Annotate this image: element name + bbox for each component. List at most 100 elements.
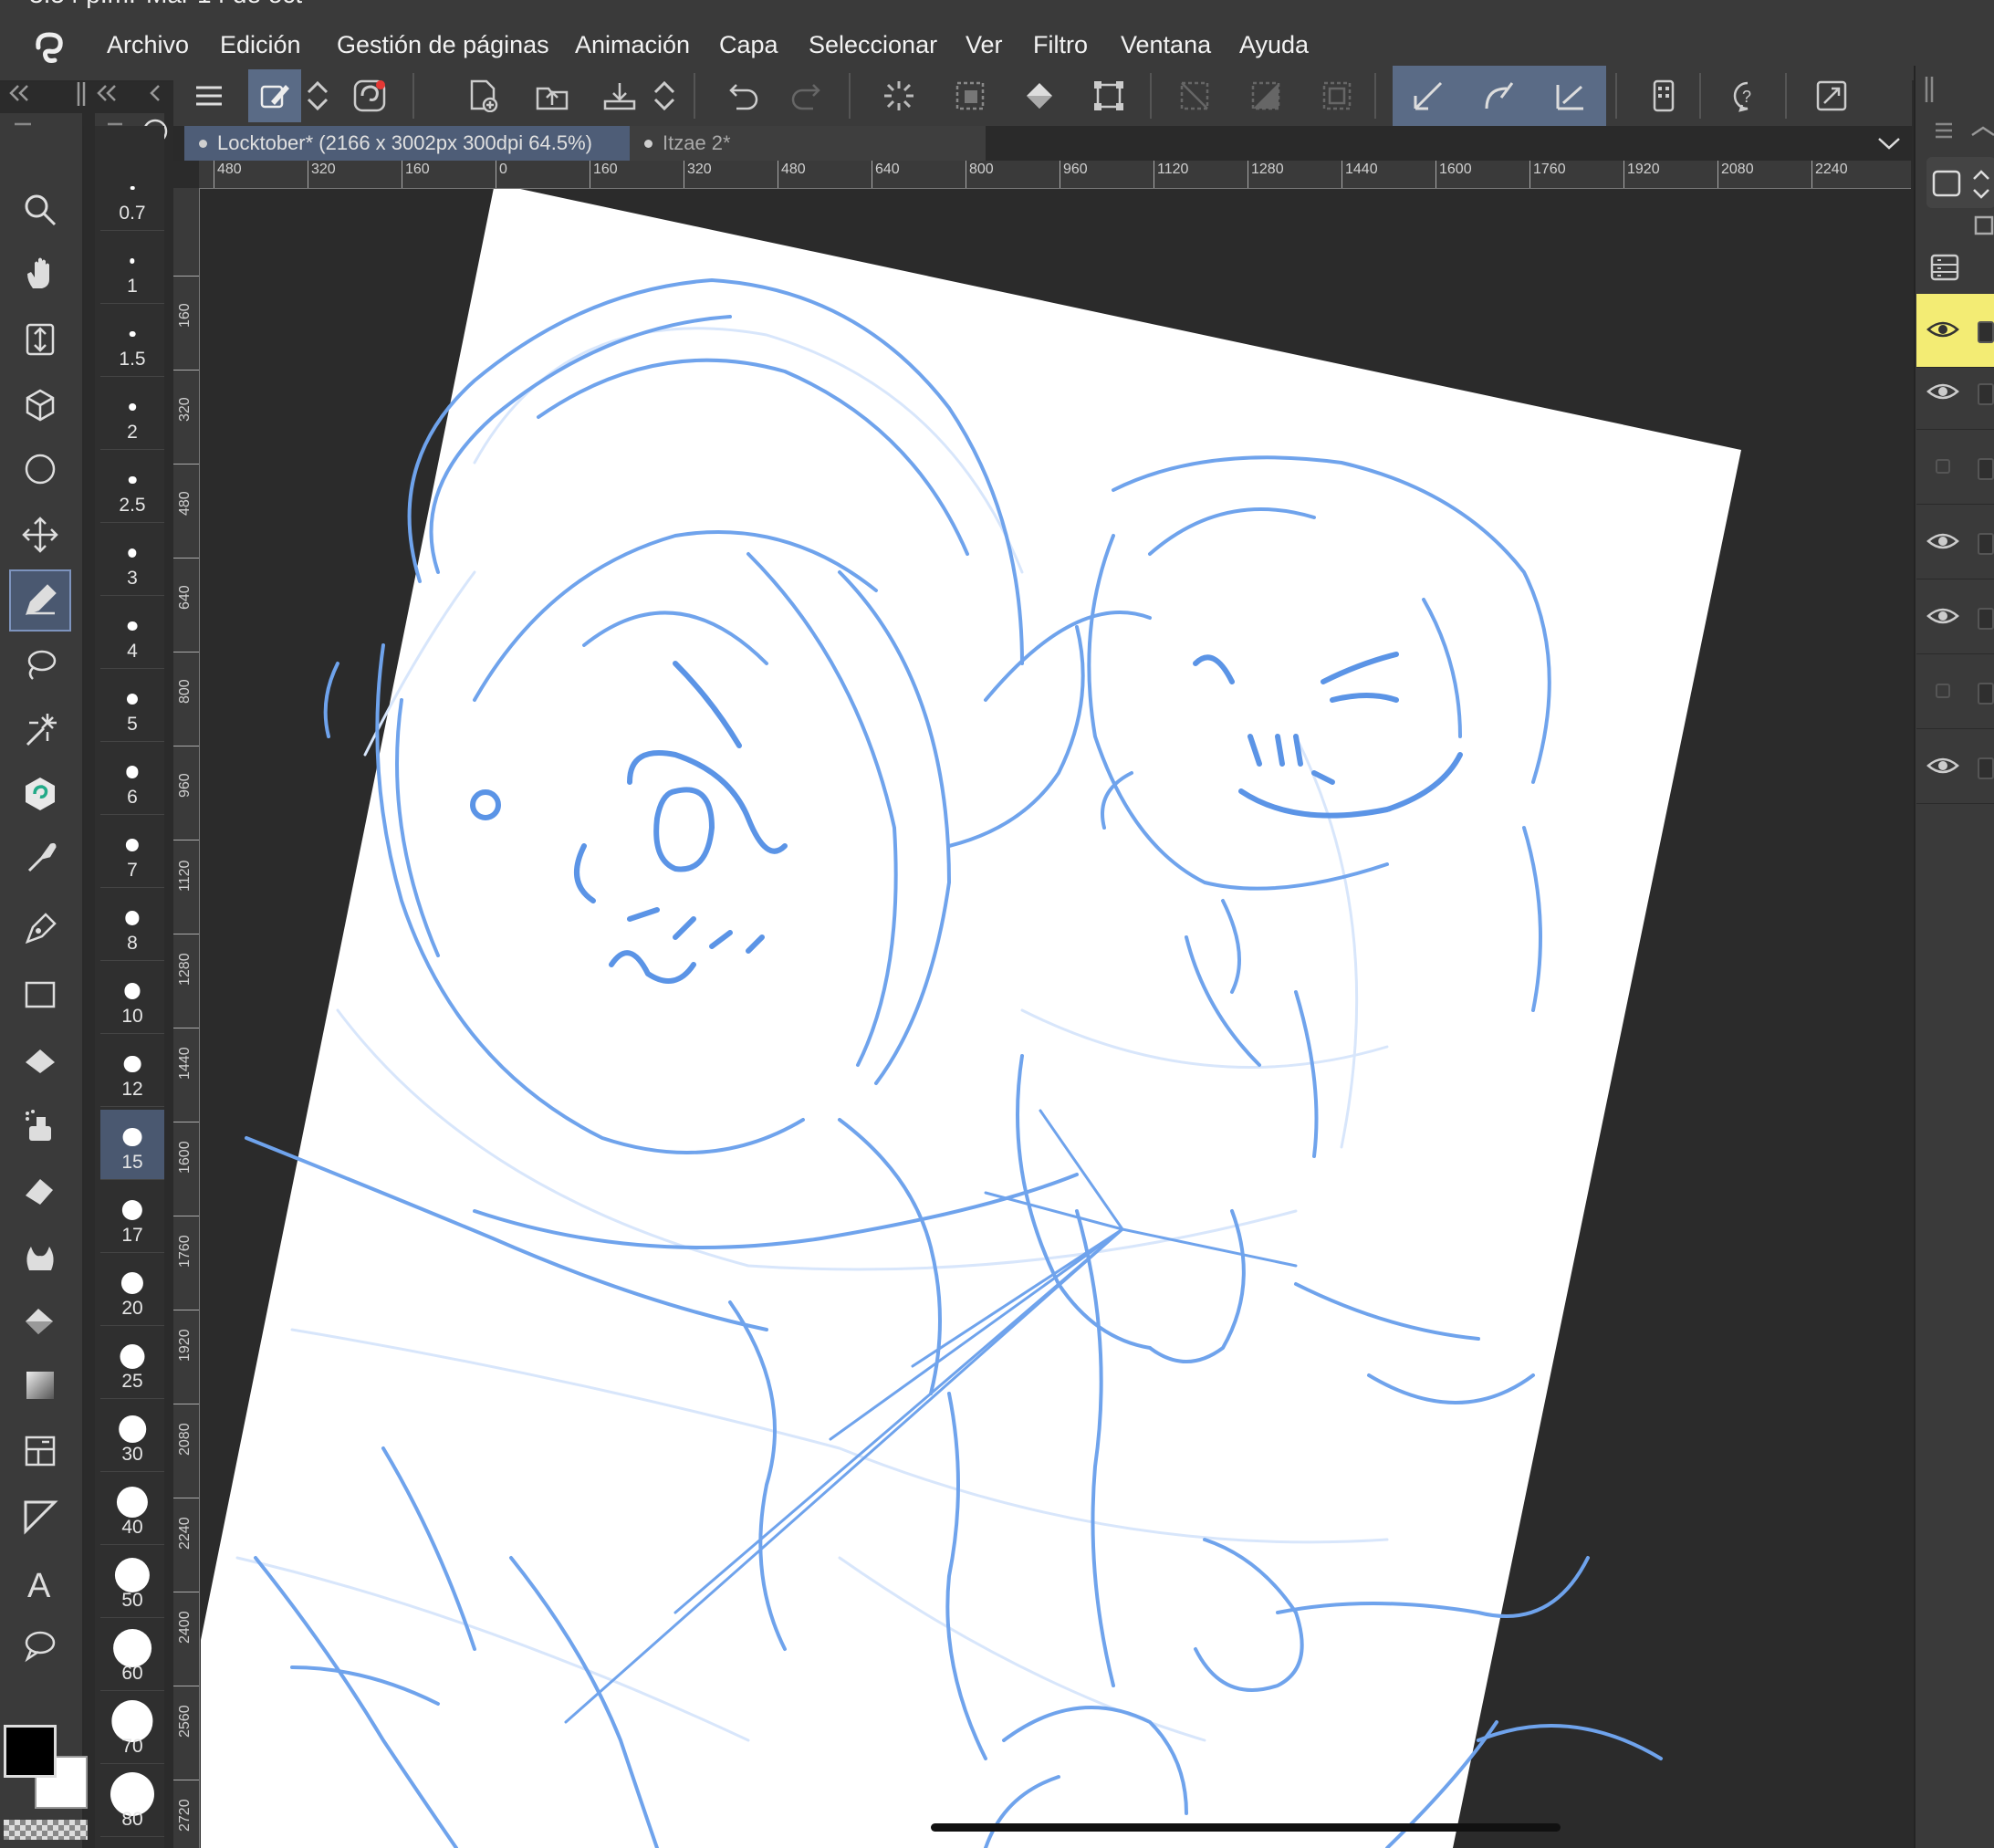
eye-icon[interactable] xyxy=(1926,378,1960,405)
layer-lock-checkbox[interactable] xyxy=(1978,683,1994,705)
brush-size-item[interactable]: 40 xyxy=(100,1475,164,1545)
brush-size-item[interactable]: 5 xyxy=(100,672,164,742)
text-icon[interactable]: A xyxy=(9,1551,71,1613)
brush-size-item[interactable]: 17 xyxy=(100,1183,164,1253)
menu-edicion[interactable]: Edición xyxy=(220,31,301,59)
fill-icon[interactable] xyxy=(9,1290,71,1352)
3d-object-icon[interactable] xyxy=(9,374,71,436)
layer-row[interactable] xyxy=(1916,580,1994,654)
menu-seleccionar[interactable]: Seleccionar xyxy=(809,31,937,59)
brush-size-item[interactable]: 6 xyxy=(100,745,164,815)
menu-ver[interactable]: Ver xyxy=(966,31,1003,59)
brush-size-item[interactable]: 50 xyxy=(100,1548,164,1618)
brush-size-item[interactable]: 4 xyxy=(100,599,164,669)
hand-icon[interactable] xyxy=(9,243,71,305)
invert-selection-icon[interactable] xyxy=(1239,69,1292,122)
help-icon[interactable]: ? xyxy=(1721,69,1774,122)
tab-itzae-2[interactable]: Itzae 2* xyxy=(630,126,986,161)
snap-perspective-icon[interactable] xyxy=(1544,69,1597,122)
eye-icon[interactable] xyxy=(1926,527,1960,555)
brush-size-item[interactable]: 25 xyxy=(100,1329,164,1399)
save-icon[interactable] xyxy=(593,69,646,122)
snap-special-ruler-icon[interactable] xyxy=(1402,69,1455,122)
layer-row[interactable] xyxy=(1916,356,1994,430)
magic-wand-icon[interactable] xyxy=(9,699,71,761)
main-color-swatch[interactable] xyxy=(4,1725,57,1778)
menu-ayuda[interactable]: Ayuda xyxy=(1239,31,1309,59)
ruler-icon[interactable] xyxy=(9,1486,71,1548)
transform-icon[interactable] xyxy=(1082,69,1135,122)
menu-gestion-paginas[interactable]: Gestión de páginas xyxy=(337,31,549,59)
select-all-icon[interactable] xyxy=(944,69,997,122)
brush-size-item[interactable]: 2.5 xyxy=(100,453,164,523)
clip-studio-logo-icon[interactable] xyxy=(31,29,68,66)
layer-lock-checkbox[interactable] xyxy=(1978,608,1994,630)
layer-lock-checkbox[interactable] xyxy=(1978,383,1994,405)
brush-size-item[interactable]: 1 xyxy=(100,234,164,304)
fill-bucket-icon[interactable] xyxy=(1013,69,1066,122)
layer-lock-checkbox[interactable] xyxy=(1978,458,1994,480)
loading-spinner-icon[interactable] xyxy=(872,69,925,122)
eye-icon[interactable] xyxy=(1926,602,1960,630)
eye-icon[interactable] xyxy=(1926,316,1960,343)
layer-row[interactable] xyxy=(1916,730,1994,804)
brush-size-item[interactable]: 10 xyxy=(100,964,164,1034)
layer-lock-checkbox[interactable] xyxy=(1978,533,1994,555)
shape-select-icon[interactable] xyxy=(9,438,71,500)
brush-size-item[interactable]: 12 xyxy=(100,1037,164,1107)
brush-size-item[interactable]: 3 xyxy=(100,526,164,596)
brush-size-item[interactable]: 8 xyxy=(100,891,164,961)
brush-size-item[interactable]: 80 xyxy=(100,1767,164,1837)
brush-size-item[interactable]: 70 xyxy=(100,1694,164,1764)
edit-mode-button[interactable] xyxy=(248,69,301,122)
selection-border-icon[interactable] xyxy=(1310,69,1363,122)
navigator-icon[interactable] xyxy=(9,308,71,371)
gradient-icon[interactable] xyxy=(9,1354,71,1416)
layer-row[interactable] xyxy=(1916,506,1994,579)
rectangle-icon[interactable] xyxy=(9,964,71,1026)
tabs-dropdown-chevron-icon[interactable] xyxy=(1875,131,1903,155)
clip-studio-assets-icon[interactable] xyxy=(343,69,396,122)
layer-lock-checkbox[interactable] xyxy=(1978,321,1994,343)
fullscreen-icon[interactable] xyxy=(1805,69,1858,122)
clip-studio-icon[interactable] xyxy=(9,763,71,825)
hidden-checkbox-icon[interactable] xyxy=(1926,453,1960,480)
brush-size-item[interactable]: 7 xyxy=(100,818,164,888)
brush-size-item[interactable]: 30 xyxy=(100,1402,164,1472)
brush-size-item[interactable]: 0.7 xyxy=(100,161,164,231)
pen-icon[interactable] xyxy=(9,569,71,632)
menu-filtro[interactable]: Filtro xyxy=(1033,31,1088,59)
hamburger-menu-icon[interactable] xyxy=(183,69,235,122)
eraser-icon[interactable] xyxy=(9,1159,71,1221)
clear-selection-icon[interactable] xyxy=(1168,69,1221,122)
menu-capa[interactable]: Capa xyxy=(719,31,778,59)
menu-archivo[interactable]: Archivo xyxy=(107,31,189,59)
eraser-pattern-icon[interactable] xyxy=(9,1029,71,1091)
brush-size-item[interactable]: 15 xyxy=(100,1110,164,1180)
blend-icon[interactable] xyxy=(9,1225,71,1287)
move-icon[interactable] xyxy=(9,504,71,566)
brush-size-item[interactable]: 20 xyxy=(100,1256,164,1326)
canvas-area[interactable] xyxy=(201,189,1911,1848)
layer-list-icon[interactable] xyxy=(1928,252,1965,285)
layer-lock-checkbox[interactable] xyxy=(1978,757,1994,779)
artwork-canvas[interactable] xyxy=(201,189,1911,1848)
new-file-icon[interactable] xyxy=(456,69,509,122)
transparent-color-swatch[interactable] xyxy=(4,1820,88,1840)
eye-icon[interactable] xyxy=(1926,752,1960,779)
snap-grid-icon[interactable] xyxy=(1473,69,1526,122)
updown-toggle-icon[interactable] xyxy=(301,69,334,122)
undo-icon[interactable] xyxy=(717,69,770,122)
save-options-icon[interactable] xyxy=(648,69,681,122)
pen-nib-icon[interactable] xyxy=(9,898,71,960)
lasso-icon[interactable] xyxy=(9,633,71,695)
menu-ventana[interactable]: Ventana xyxy=(1121,31,1211,59)
redo-icon[interactable] xyxy=(779,69,832,122)
tab-locktober[interactable]: Locktober* (2166 x 3002px 300dpi 64.5%) xyxy=(184,126,675,161)
brush-size-item[interactable]: 60 xyxy=(100,1621,164,1691)
hidden-checkbox-icon[interactable] xyxy=(1926,677,1960,705)
layer-row[interactable] xyxy=(1916,655,1994,729)
layer-row[interactable] xyxy=(1916,431,1994,505)
zoom-icon[interactable] xyxy=(9,179,71,241)
eyedropper-icon[interactable] xyxy=(9,827,71,889)
